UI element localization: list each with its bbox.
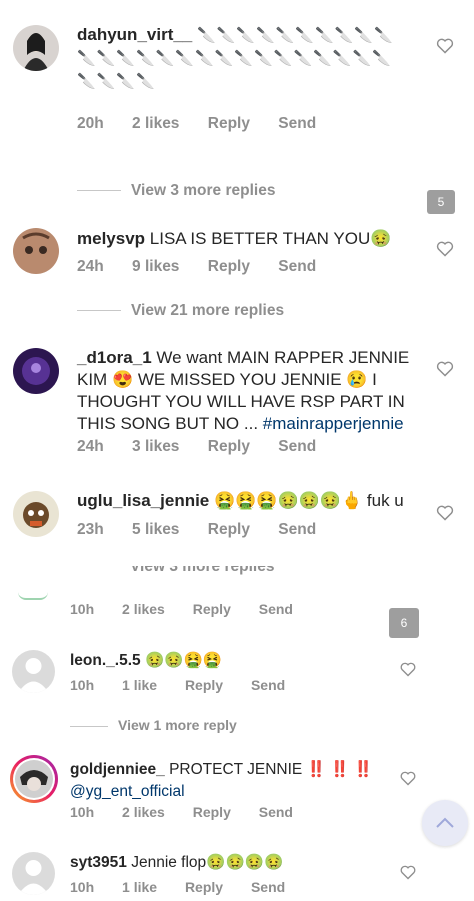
avatar[interactable] [13,25,59,71]
likes-count[interactable]: 2 likes [122,601,165,617]
likes-count[interactable]: 5 likes [132,521,179,538]
mention-link[interactable]: @yg_ent_official [70,783,185,800]
reply-count-badge: 5 [427,190,455,214]
view-more-replies[interactable]: View 1 more reply [70,717,237,733]
view-more-replies[interactable]: View 21 more replies [77,302,284,320]
comment-text: syt3951 Jennie flop🤢🤢🤢🤢 [70,852,400,874]
comment-body: PROTECT JENNIE ‼️ ‼️ ‼️ [169,761,374,778]
avatar[interactable] [12,852,55,895]
send-button[interactable]: Send [251,879,285,895]
timestamp: 10h [70,804,95,820]
heart-outline-icon[interactable] [400,865,416,885]
send-button[interactable]: Send [278,115,316,132]
username[interactable]: syt3951 [70,854,127,871]
timestamp: 24h [77,258,104,275]
timestamp: 24h [77,438,104,455]
comment-meta: 10h 2 likes Reply Send [70,601,317,617]
hashtag-link[interactable]: #mainrapperjennie [263,414,404,433]
avatar[interactable] [12,650,55,693]
send-button[interactable]: Send [278,521,316,538]
reply-button[interactable]: Reply [185,879,223,895]
timestamp: 10h [70,879,95,895]
comment-meta: 24h 3 likes Reply Send [77,438,340,456]
comment-body: Jennie flop🤢🤢🤢🤢 [131,854,284,871]
comment-text: uglu_lisa_jennie 🤮🤮🤮🤢🤢🤢🖕 fuk u [77,490,422,512]
likes-count[interactable]: 9 likes [132,258,179,275]
comment-meta: 10h 1 like Reply Send [70,677,309,693]
reply-button[interactable]: Reply [193,601,231,617]
send-button[interactable]: Send [259,601,293,617]
reply-count-badge: 6 [389,608,419,638]
view-more-replies[interactable]: View 3 more replies [130,566,274,576]
comment-text: melysvp LISA IS BETTER THAN YOU🤢 [77,228,407,250]
comment-text: goldjenniee_ PROTECT JENNIE ‼️ ‼️ ‼️ @yg… [70,759,390,803]
heart-outline-icon[interactable] [436,241,454,262]
likes-count[interactable]: 3 likes [132,438,179,455]
screenshot-seam: View 3 more replies [0,566,474,576]
send-button[interactable]: Send [278,438,316,455]
username[interactable]: _d1ora_1 [77,348,152,367]
comment-meta: 10h 2 likes Reply Send [70,804,317,820]
reply-button[interactable]: Reply [208,258,250,275]
timestamp: 20h [77,115,104,132]
username[interactable]: leon._.5.5 [70,652,141,669]
send-button[interactable]: Send [251,677,285,693]
divider-line [70,725,108,727]
comment-meta: 10h 1 like Reply Send [70,879,309,895]
likes-count[interactable]: 1 like [122,879,157,895]
heart-outline-icon[interactable] [436,505,454,526]
comment-text: _d1ora_1 We want MAIN RAPPER JENNIE KIM … [77,347,422,435]
reply-button[interactable]: Reply [208,115,250,132]
username[interactable]: melysvp [77,229,145,248]
reply-button[interactable]: Reply [193,804,231,820]
username[interactable]: uglu_lisa_jennie [77,491,209,510]
reply-button[interactable]: Reply [208,521,250,538]
comment-meta: 24h 9 likes Reply Send [77,258,340,276]
comment-meta: 20h 2 likes Reply Send [77,115,340,133]
comment-meta: 23h 5 likes Reply Send [77,521,340,539]
reply-button[interactable]: Reply [208,438,250,455]
username[interactable]: goldjenniee_ [70,761,165,778]
heart-outline-icon[interactable] [400,662,416,682]
comment-body: 🤢🤢🤮🤮 [144,652,223,669]
view-more-replies[interactable]: View 3 more replies [77,182,275,200]
likes-count[interactable]: 2 likes [132,115,179,132]
heart-outline-icon[interactable] [400,771,416,791]
comment-text: leon._.5.5 🤢🤢🤮🤮 [70,650,400,672]
avatar[interactable] [13,491,59,537]
divider-line [77,310,121,312]
send-button[interactable]: Send [278,258,316,275]
heart-outline-icon[interactable] [436,38,454,59]
send-button[interactable]: Send [259,804,293,820]
likes-count[interactable]: 2 likes [122,804,165,820]
username[interactable]: dahyun_virt__ [77,25,192,44]
likes-count[interactable]: 1 like [122,677,157,693]
timestamp: 10h [70,677,95,693]
avatar[interactable] [13,348,59,394]
chevron-up-icon [436,817,454,828]
heart-outline-icon[interactable] [436,361,454,382]
comment-body: 🤮🤮🤮🤢🤢🤢🖕 fuk u [214,491,404,510]
scroll-up-button[interactable] [422,800,468,846]
comment-body: LISA IS BETTER THAN YOU🤢 [149,229,392,248]
comment-text: dahyun_virt__ 🔪🔪🔪🔪🔪🔪🔪🔪🔪🔪🔪🔪🔪🔪🔪🔪🔪🔪🔪🔪🔪🔪🔪🔪🔪🔪… [77,24,407,93]
avatar [18,592,48,600]
divider-line [77,190,121,192]
timestamp: 23h [77,521,104,538]
avatar[interactable] [10,755,58,803]
avatar[interactable] [13,228,59,274]
timestamp: 10h [70,601,95,617]
reply-button[interactable]: Reply [185,677,223,693]
